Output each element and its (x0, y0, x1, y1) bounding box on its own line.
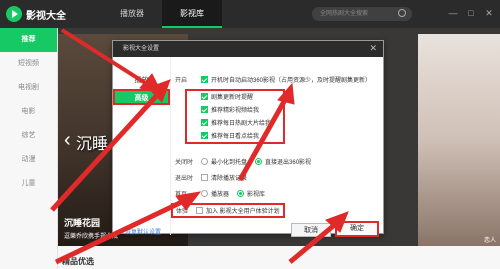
sidebar-item-movie[interactable]: 电影 (0, 100, 57, 124)
tab-player[interactable]: 播放器 (102, 0, 162, 28)
home-player-text: 播放器 (211, 192, 230, 198)
notify-row-3: 推荐每日热剧大片给我 (201, 118, 271, 127)
notify-row-2: 推荐精彩视频给我 (201, 105, 259, 114)
recommend-daily-text: 推荐每日看点给我 (211, 134, 260, 140)
window-controls: — □ ✕ (446, 6, 496, 20)
startup-label: 开启 (175, 78, 188, 84)
poster-subtitle: 沉睡花园 (64, 218, 101, 228)
side-poster-caption: 恋人 (483, 238, 496, 244)
home-label: 首页 (175, 192, 188, 198)
minimize-tray-radio[interactable] (201, 158, 208, 165)
notify-update-text: 剧集更新时提醒 (211, 95, 254, 101)
app-logo: 影视大全 (6, 6, 66, 22)
experience-row: 体验 加入 影视大全用户体验计划 (171, 203, 285, 218)
notify-row-4: 推荐每日看点给我 (201, 131, 259, 140)
experience-text: 加入 影视大全用户体验计划 (206, 209, 280, 215)
recommend-daily-hot-checkbox[interactable] (201, 119, 208, 126)
close-behavior-label: 关闭时 (175, 160, 194, 166)
settings-dialog: 影视大全设置 ✕ 播放 高级 恢复默认设置 开启 开机时自动启动360影视（占用… (112, 40, 384, 237)
sidebar-item-tv[interactable]: 电视剧 (0, 76, 57, 100)
startup-row: 开启 开机时自动启动360影视（占用资源少，及时提醒剧集更新） (175, 75, 371, 84)
top-nav: 播放器 影视库 (102, 0, 222, 28)
maximize-icon[interactable]: □ (464, 6, 478, 20)
dialog-nav-play[interactable]: 播放 (113, 73, 170, 89)
app-name: 影视大全 (26, 10, 66, 22)
carousel-prev-icon[interactable]: ‹ (64, 129, 71, 152)
home-library-text: 影视库 (247, 192, 266, 198)
notify-update-checkbox[interactable] (201, 93, 208, 100)
minimize-icon[interactable]: — (446, 6, 460, 20)
experience-label: 体验 (176, 209, 189, 215)
title-bar: 影视大全 播放器 影视库 全网热剧大全搜索 — □ ✕ (0, 0, 500, 28)
exit-row: 退出时 清除播放记录 (175, 173, 247, 182)
experience-highlight: 体验 加入 影视大全用户体验计划 (171, 203, 285, 218)
clear-history-text: 清除播放记录 (211, 176, 248, 182)
autostart-text: 开机时自动启动360影视（占用资源少，及时提醒剧集更新） (211, 78, 372, 84)
experience-checkbox[interactable] (196, 207, 203, 214)
sidebar-item-variety[interactable]: 综艺 (0, 124, 57, 148)
dialog-close-icon[interactable]: ✕ (369, 43, 377, 54)
recommend-video-checkbox[interactable] (201, 106, 208, 113)
minimize-tray-text: 最小化到托盘 (211, 160, 248, 166)
sidebar-item-anime[interactable]: 动漫 (0, 148, 57, 172)
dialog-settings-panel: 开启 开机时自动启动360影视（占用资源少，及时提醒剧集更新） 剧集更新时提醒 … (171, 57, 381, 237)
poster-title: 沉睡 (76, 134, 109, 153)
search-icon[interactable] (398, 9, 406, 17)
sidebar: 推荐 短视频 电视剧 电影 综艺 动漫 儿童 (0, 28, 58, 269)
restore-defaults-link[interactable]: 恢复默认设置 (125, 227, 161, 236)
notify-row-1: 剧集更新时提醒 (201, 92, 253, 101)
dialog-nav: 播放 高级 恢复默认设置 (113, 57, 171, 236)
section-title: 精品优选 (62, 257, 94, 266)
side-poster[interactable]: 恋人 (418, 34, 500, 246)
recommend-daily-hot-text: 推荐每日热剧大片给我 (211, 121, 272, 127)
sidebar-item-kids[interactable]: 儿童 (0, 172, 57, 196)
recommend-video-text: 推荐精彩视频给我 (211, 108, 260, 114)
dialog-nav-advanced[interactable]: 高级 (113, 89, 170, 105)
home-player-radio[interactable] (201, 190, 208, 197)
dialog-title: 影视大全设置 (113, 41, 383, 57)
poster-description: 逗樂乔欣携手郑业成 (64, 234, 119, 240)
cancel-button[interactable]: 取消 (291, 223, 331, 237)
home-library-radio[interactable] (237, 190, 245, 197)
autostart-checkbox[interactable] (201, 76, 208, 83)
clear-history-checkbox[interactable] (201, 174, 208, 181)
exit-direct-text: 直接退出360影视 (265, 160, 312, 166)
play-logo-icon (6, 6, 22, 22)
tab-library[interactable]: 影视库 (162, 0, 222, 28)
search-input[interactable]: 全网热剧大全搜索 (312, 7, 412, 21)
sidebar-item-short-video[interactable]: 短视频 (0, 52, 57, 76)
ok-button[interactable]: 确定 (335, 221, 379, 237)
exit-direct-radio[interactable] (255, 158, 263, 165)
sidebar-item-recommend[interactable]: 推荐 (0, 28, 57, 52)
exit-label: 退出时 (175, 176, 194, 182)
close-behavior-row: 关闭时 最小化到托盘 直接退出360影视 (175, 157, 319, 166)
home-row: 首页 播放器 影视库 (175, 189, 273, 198)
close-icon[interactable]: ✕ (482, 6, 496, 20)
bottom-section: 精品优选 (58, 246, 500, 269)
recommend-daily-checkbox[interactable] (201, 132, 208, 139)
